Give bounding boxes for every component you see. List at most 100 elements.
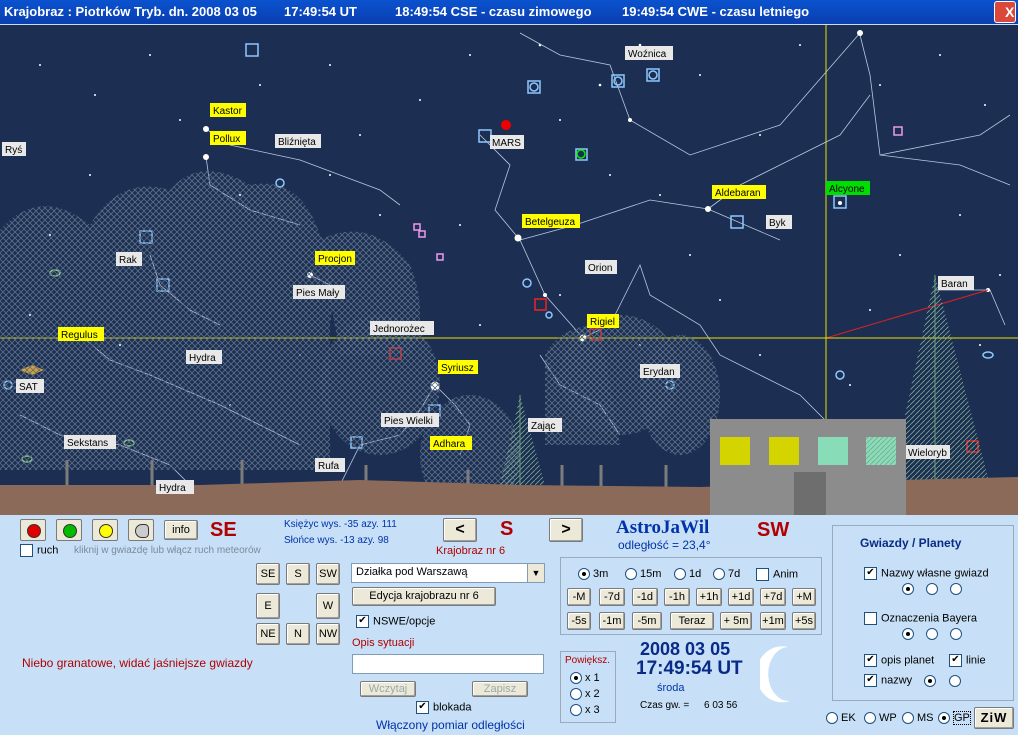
info-button[interactable]: info <box>164 520 198 540</box>
sidereal-label: Czas gw. = <box>640 700 690 711</box>
anim-checkbox[interactable]: Anim <box>756 568 798 581</box>
nav-w-button[interactable]: W <box>316 593 340 619</box>
label-regulus: Regulus <box>61 330 98 341</box>
label-betelgeuza: Betelgeuza <box>525 217 575 228</box>
nav-se-button[interactable]: SE <box>256 563 280 585</box>
direction-left-label: SE <box>210 519 237 541</box>
step-minus-month[interactable]: -M <box>567 588 591 606</box>
zoom-label: Powiększ. <box>565 655 611 666</box>
title-bar: Krajobraz : Piotrków Tryb. dn. 2008 03 0… <box>0 0 1018 24</box>
ruch-check-icon <box>20 544 33 557</box>
radio-gp[interactable]: GP <box>938 711 971 725</box>
yellow-dot-icon <box>99 524 113 538</box>
nav-s-button[interactable]: S <box>286 563 310 585</box>
moon-crescent-icon <box>760 646 790 703</box>
green-filter-button[interactable] <box>56 519 82 541</box>
step-plus-5s[interactable]: +5s <box>792 612 816 630</box>
label-rigiel: Rigiel <box>590 317 615 328</box>
label-sekstans: Sekstans <box>67 438 108 449</box>
blokada-checkbox[interactable]: ✔ blokada <box>416 701 472 714</box>
bayer-checkbox[interactable]: Oznaczenia Bayera <box>864 612 977 625</box>
step-radio-1d[interactable]: 1d <box>674 568 701 581</box>
nswe-checkbox[interactable]: ✔ NSWE/opcje <box>356 615 435 628</box>
close-button[interactable]: X <box>994 1 1016 23</box>
ziw-button[interactable]: ZiW <box>974 707 1014 729</box>
step-plus-1m[interactable]: +1m <box>760 612 786 630</box>
label-mars: MARS <box>492 138 521 149</box>
opis-input[interactable] <box>352 654 544 674</box>
landscape-select[interactable]: Działka pod Warszawą ▼ <box>351 563 545 583</box>
nav-n-button[interactable]: N <box>286 623 310 645</box>
time-display: 17:49:54 UT <box>636 658 743 679</box>
blokada-check-icon: ✔ <box>416 701 429 714</box>
edit-landscape-button[interactable]: Edycja krajobrazu nr 6 <box>352 587 496 606</box>
nav-e-button[interactable]: E <box>256 593 280 619</box>
step-plus-1h[interactable]: +1h <box>696 588 722 606</box>
stars-planets-title: Gwiazdy / Planety <box>860 536 962 550</box>
close-icon: X <box>1005 4 1015 20</box>
opis-label: Opis sytuacji <box>352 637 415 649</box>
title-location: Krajobraz : Piotrków Tryb. dn. 2008 03 0… <box>4 4 257 19</box>
label-zajac: Zając <box>531 421 555 432</box>
step-plus-1d[interactable]: +1d <box>728 588 754 606</box>
step-minus-1d[interactable]: -1d <box>632 588 658 606</box>
house <box>710 419 906 515</box>
proper-names-radios[interactable] <box>902 583 965 596</box>
nav-sw-button[interactable]: SW <box>316 563 340 585</box>
step-radio-7d[interactable]: 7d <box>713 568 740 581</box>
planet-desc-checkbox[interactable]: ✔ opis planet <box>864 654 934 667</box>
now-button[interactable]: Teraz <box>670 612 714 630</box>
direction-center-label: S <box>500 518 514 540</box>
red-dot-icon <box>27 524 41 538</box>
red-filter-button[interactable] <box>20 519 46 541</box>
zapisz-button[interactable]: Zapisz <box>472 681 528 697</box>
nav-nw-button[interactable]: NW <box>316 623 340 645</box>
step-plus-month[interactable]: +M <box>792 588 816 606</box>
ruch-checkbox[interactable]: ruch <box>20 544 58 557</box>
moon-phase-button[interactable] <box>128 519 154 541</box>
step-radio-3m[interactable]: 3m <box>578 568 608 581</box>
distance-readout: odległość = 23,4° <box>618 538 711 552</box>
radio-wp[interactable]: WP <box>864 712 897 725</box>
zoom-radio-x3[interactable]: x 3 <box>570 704 600 717</box>
label-procjon: Procjon <box>318 254 352 265</box>
prev-landscape-button[interactable]: < <box>443 518 477 542</box>
weekday: środa <box>657 682 685 694</box>
step-radio-15m[interactable]: 15m <box>625 568 661 581</box>
lines-checkbox[interactable]: ✔ linie <box>949 654 986 667</box>
step-plus-5m[interactable]: + 5m <box>720 612 752 630</box>
landscape-number: Krajobraz nr 6 <box>436 545 506 557</box>
zoom-radio-x1[interactable]: x 1 <box>570 672 600 685</box>
label-rufa: Rufa <box>318 461 340 472</box>
label-hydra-2: Hydra <box>159 483 186 494</box>
bayer-radios[interactable] <box>902 628 965 641</box>
green-dot-icon <box>63 524 77 538</box>
radio-ms[interactable]: MS <box>902 712 934 725</box>
title-ut: 17:49:54 UT <box>284 4 357 19</box>
step-minus-7d[interactable]: -7d <box>599 588 625 606</box>
sky-view[interactable]: Woźnica Kastor Pollux Bliźnięta MARS Ryś… <box>0 25 1018 515</box>
radio-ek[interactable]: EK <box>826 712 856 725</box>
mars-planet[interactable] <box>501 120 511 130</box>
step-minus-1m[interactable]: -1m <box>599 612 625 630</box>
nswe-check-icon: ✔ <box>356 615 369 628</box>
label-erydan: Erydan <box>643 367 675 378</box>
label-pollux: Pollux <box>213 134 240 145</box>
app-name: AstroJaWil <box>616 517 710 538</box>
direction-right-label: SW <box>757 519 790 541</box>
step-plus-7d[interactable]: +7d <box>760 588 786 606</box>
date-display: 2008 03 05 <box>640 639 731 659</box>
chevron-down-icon: ▼ <box>527 564 544 582</box>
zoom-radio-x2[interactable]: x 2 <box>570 688 600 701</box>
proper-names-checkbox[interactable]: ✔ Nazwy własne gwiazd <box>864 567 989 580</box>
nav-ne-button[interactable]: NE <box>256 623 280 645</box>
step-minus-1h[interactable]: -1h <box>664 588 690 606</box>
wczytaj-button[interactable]: Wczytaj <box>360 681 416 697</box>
label-kastor: Kastor <box>213 106 243 117</box>
next-landscape-button[interactable]: > <box>549 518 583 542</box>
step-minus-5s[interactable]: -5s <box>567 612 591 630</box>
step-minus-5m[interactable]: -5m <box>632 612 662 630</box>
sidereal-value: 6 03 56 <box>704 700 738 711</box>
names-checkbox[interactable]: ✔ nazwy <box>864 674 964 687</box>
yellow-filter-button[interactable] <box>92 519 118 541</box>
